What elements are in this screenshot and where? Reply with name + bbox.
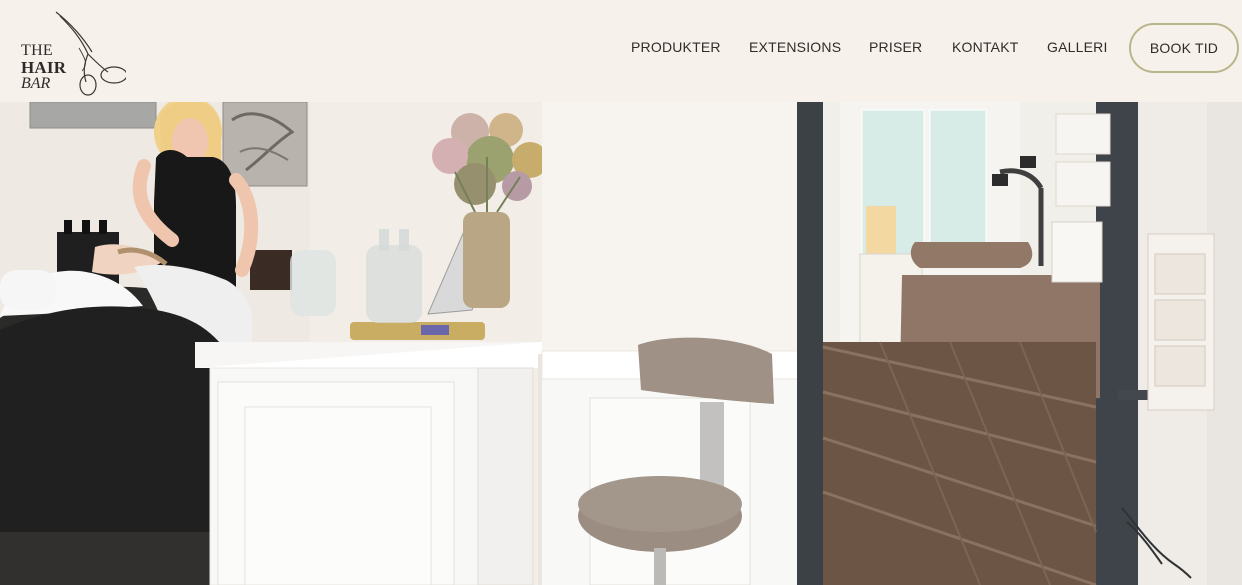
page: THE HAIR BAR PRODUKTER EXTENSIONS PRISER… [0, 0, 1242, 585]
nav-item-galleri[interactable]: GALLERI [1047, 39, 1108, 55]
salon-interior-illustration [0, 102, 1242, 585]
book-appointment-button[interactable]: BOOK TID [1129, 23, 1239, 73]
main-nav: PRODUKTER EXTENSIONS PRISER KONTAKT GALL… [542, 0, 1242, 102]
nav-item-extensions[interactable]: EXTENSIONS [749, 39, 841, 55]
logo-line-bar: BAR [21, 75, 51, 92]
site-header: THE HAIR BAR PRODUKTER EXTENSIONS PRISER… [0, 0, 1242, 102]
nav-item-produkter[interactable]: PRODUKTER [631, 39, 721, 55]
nav-item-kontakt[interactable]: KONTAKT [952, 39, 1018, 55]
site-logo[interactable]: THE HAIR BAR [18, 10, 128, 96]
logo-line-hair: HAIR [21, 58, 67, 77]
hero-salon-image [0, 102, 1242, 585]
nav-item-priser[interactable]: PRISER [869, 39, 922, 55]
logo-line-the: THE [21, 42, 54, 59]
